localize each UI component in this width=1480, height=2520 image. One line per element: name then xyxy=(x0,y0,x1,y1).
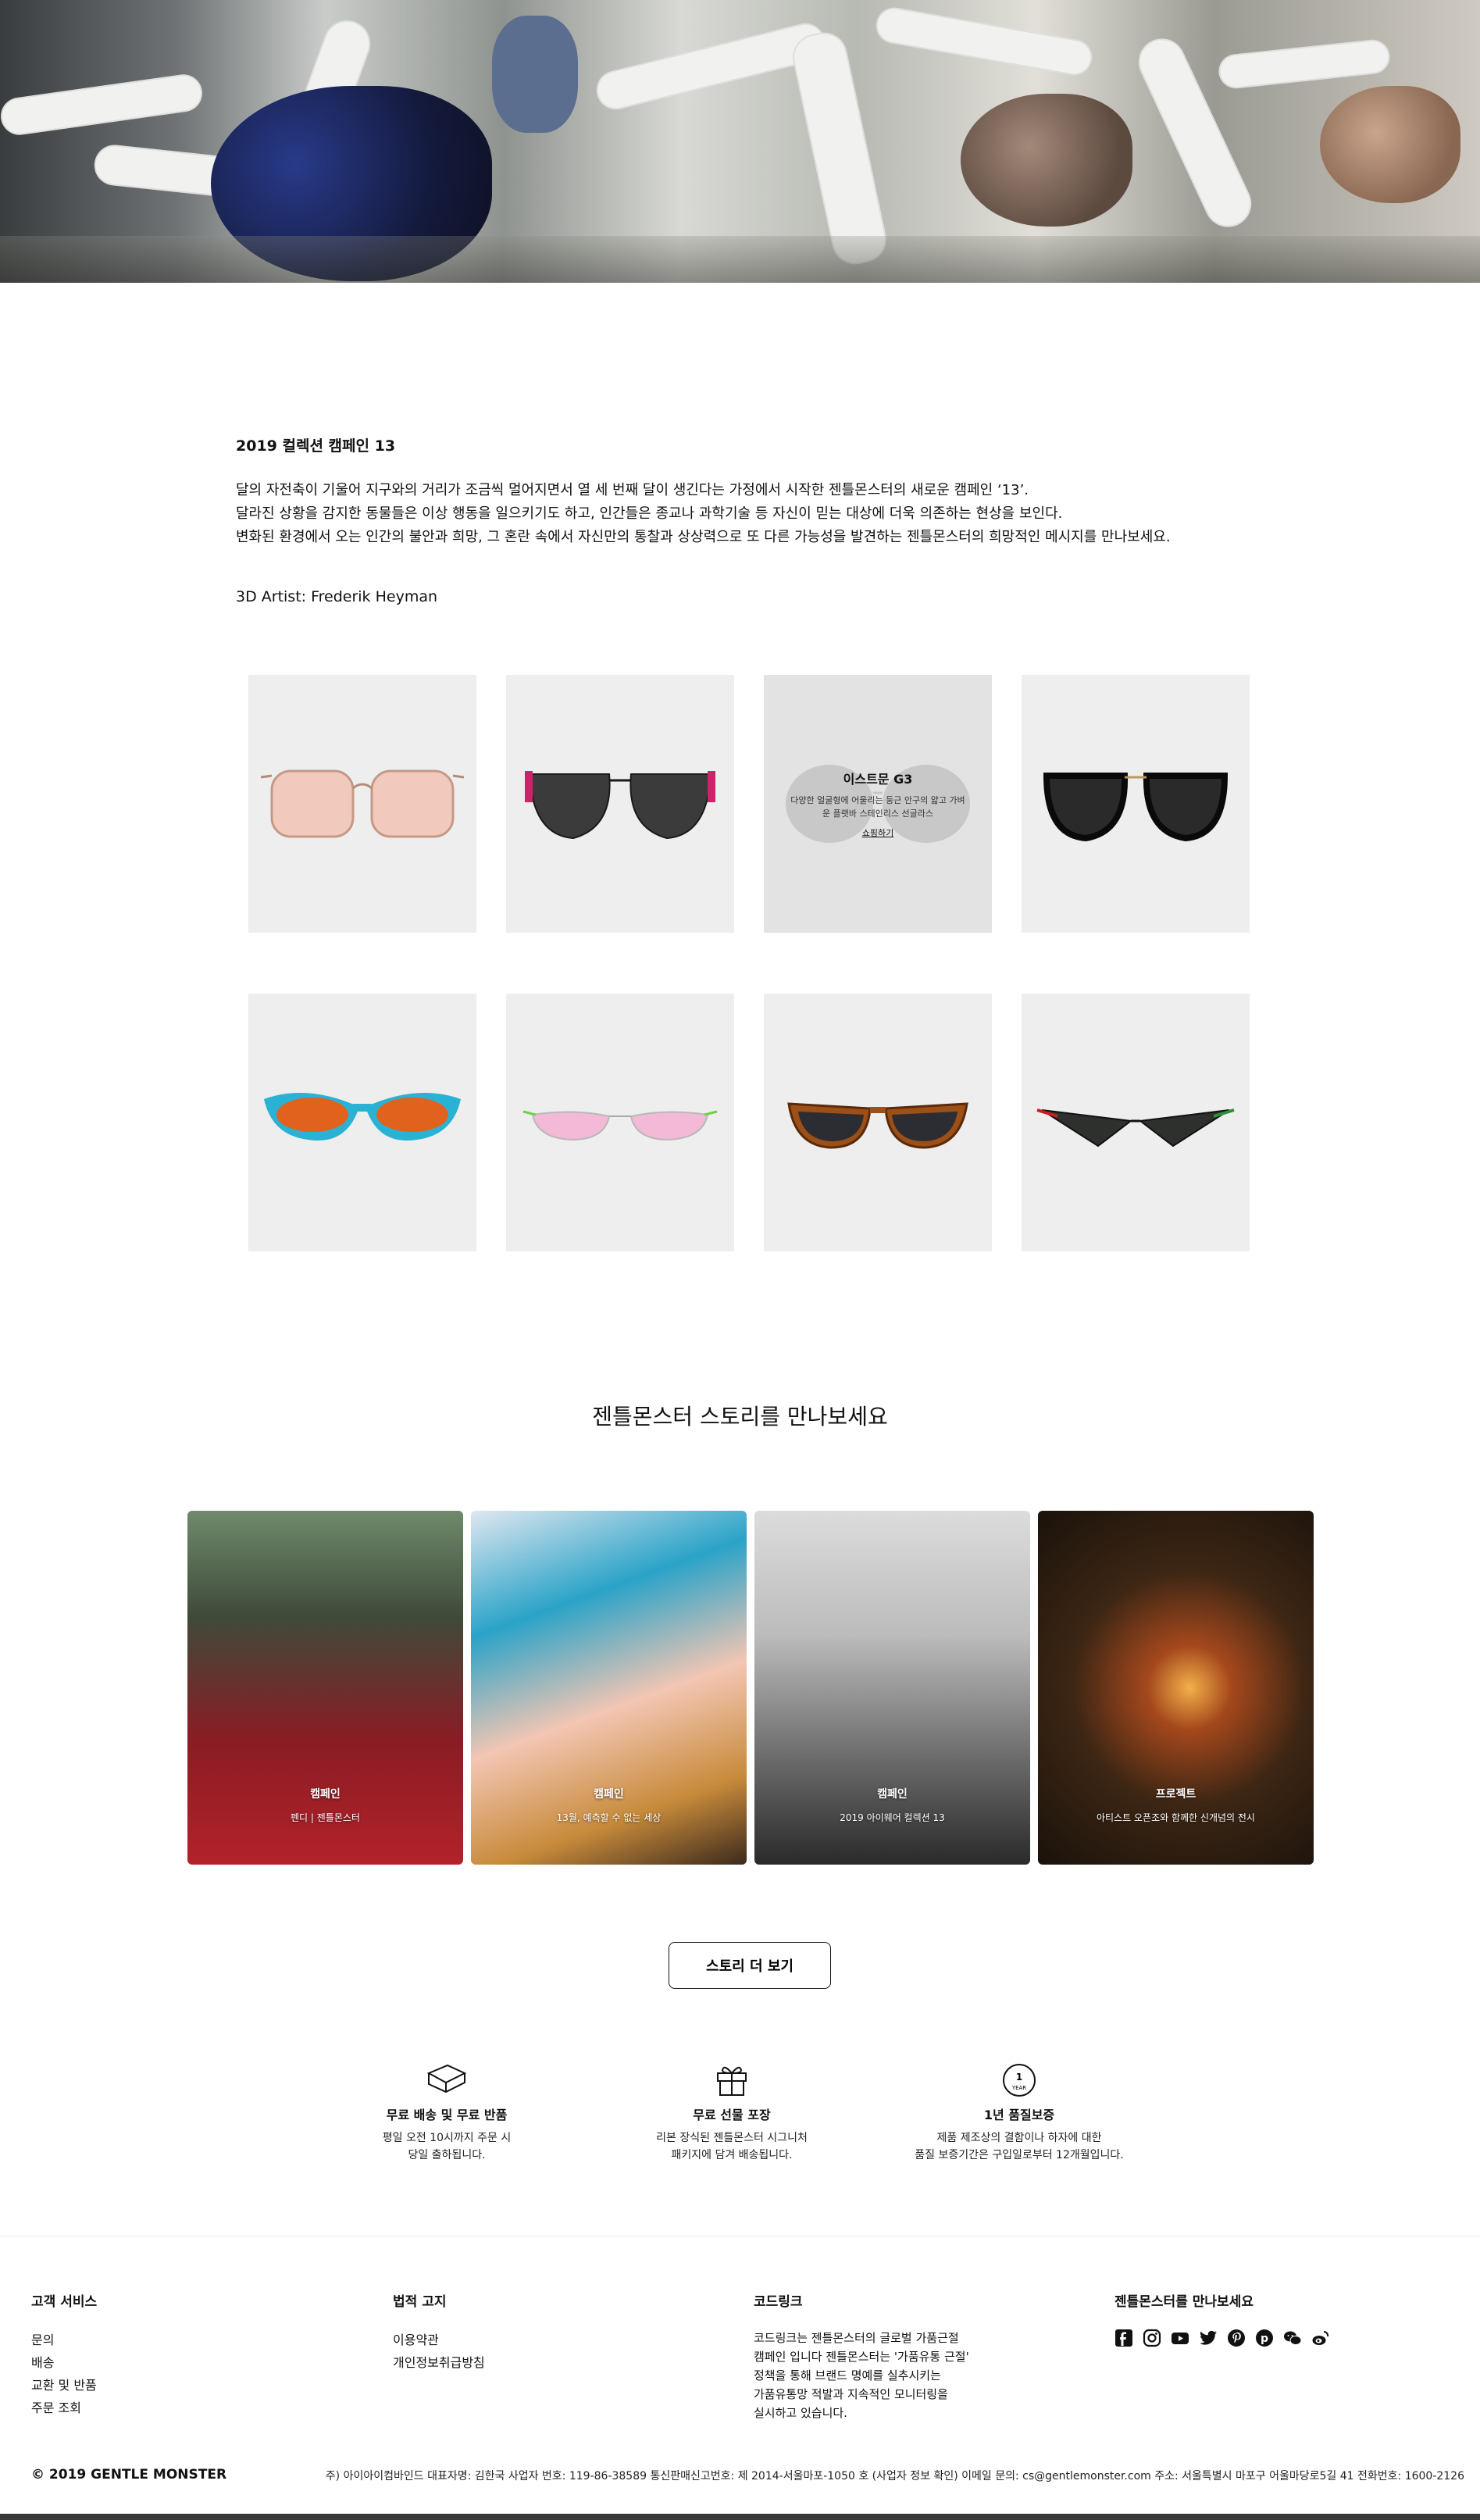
svg-text:p: p xyxy=(1261,2333,1268,2345)
svg-text:1: 1 xyxy=(1016,2072,1022,2083)
blue-orange-oval-sunglasses-icon xyxy=(264,1093,461,1141)
product-card[interactable] xyxy=(248,994,476,1251)
footer-heading: 코드링크 xyxy=(754,2294,803,2310)
bottom-bar xyxy=(0,2514,1480,2520)
campaign-description-line: 달라진 상황을 감지한 동물들은 이상 행동을 일으키기도 하고, 인간들은 종… xyxy=(236,505,1063,522)
more-stories-button[interactable]: 스토리 더 보기 xyxy=(669,1942,831,1989)
feature-gift-wrap: 무료 선물 포장 리본 장식된 젠틀몬스터 시그니처 패키지에 담겨 배송됩니다. xyxy=(603,2062,861,2164)
hero-banner-image xyxy=(0,0,1480,283)
story-subtitle: 펜디 | 젠틀몬스터 xyxy=(291,1812,360,1823)
story-tag: 캠페인 xyxy=(594,1788,624,1801)
footer-social: 젠틀몬스터를 만나보세요 p xyxy=(1114,2290,1330,2347)
footer-customer-service: 고객 서비스 문의 배송 교환 및 반품 주문 조회 xyxy=(31,2290,97,2419)
story-caption: 캠페인 2019 아이웨어 컬렉션 13 xyxy=(754,1786,1030,1824)
story-caption: 캠페인 13월, 예측할 수 없는 세상 xyxy=(471,1786,747,1824)
product-card-hovered[interactable]: 이스트문 G3 다양한 얼굴형에 어울리는 둥근 안구의 얇고 가벼운 플랫바 … xyxy=(764,675,992,933)
wechat-icon[interactable] xyxy=(1283,2329,1302,2347)
footer-heading: 법적 고지 xyxy=(393,2294,447,2310)
box-icon xyxy=(426,2064,467,2093)
weibo-icon[interactable] xyxy=(1311,2329,1330,2347)
feature-title: 1년 품질보증 xyxy=(983,2108,1055,2122)
footer-legal: 법적 고지 이용약관 개인정보취급방침 xyxy=(393,2290,485,2374)
feature-title: 무료 선물 포장 xyxy=(693,2108,771,2122)
artist-credit: 3D Artist: Frederik Heyman xyxy=(236,588,438,605)
company-info: 주) 아이아이컴바인드 대표자명: 김한국 사업자 번호: 119-86-385… xyxy=(325,2470,1464,2483)
footer-codelink: 코드링크 코드링크는 젠틀몬스터의 글로벌 가품근절 캠페인 입니다 젠틀몬스터… xyxy=(754,2290,988,2422)
product-card[interactable] xyxy=(1022,675,1250,933)
instagram-icon[interactable] xyxy=(1143,2329,1161,2347)
footer-link-returns[interactable]: 교환 및 반품 xyxy=(31,2374,97,2397)
product-name: 이스트문 G3 xyxy=(843,772,913,787)
pinterest-icon[interactable] xyxy=(1227,2329,1246,2347)
shop-now-link[interactable]: 쇼핑하기 xyxy=(862,826,893,839)
gift-icon xyxy=(717,2066,747,2096)
story-subtitle: 아티스트 오픈조와 함께한 신개념의 전시 xyxy=(1097,1812,1255,1823)
copyright: © 2019 GENTLE MONSTER xyxy=(31,2467,227,2483)
youtube-icon[interactable] xyxy=(1171,2329,1189,2347)
story-tag: 프로젝트 xyxy=(1155,1788,1196,1801)
feature-free-shipping: 무료 배송 및 무료 반품 평일 오전 10시까지 주문 시 당일 출하됩니다. xyxy=(318,2062,576,2164)
rose-gold-square-sunglasses-icon xyxy=(261,769,464,838)
footer-link-privacy[interactable]: 개인정보취급방침 xyxy=(393,2351,485,2374)
twitter-icon[interactable] xyxy=(1199,2329,1218,2347)
product-card[interactable] xyxy=(248,675,476,933)
feature-text: 리본 장식된 젠틀몬스터 시그니처 패키지에 담겨 배송됩니다. xyxy=(656,2132,808,2161)
story-caption: 캠페인 펜디 | 젠틀몬스터 xyxy=(187,1786,463,1824)
campaign-description-line: 변화된 환경에서 오는 인간의 불안과 희망, 그 혼란 속에서 자신만의 통찰… xyxy=(236,529,1171,545)
story-tag: 캠페인 xyxy=(877,1788,908,1801)
story-caption: 프로젝트 아티스트 오픈조와 함께한 신개념의 전시 xyxy=(1038,1786,1314,1824)
story-subtitle: 13월, 예측할 수 없는 세상 xyxy=(556,1812,662,1823)
feature-title: 무료 배송 및 무료 반품 xyxy=(386,2108,508,2122)
footer-link-shipping[interactable]: 배송 xyxy=(31,2351,97,2374)
warranty-icon: 1 YEAR xyxy=(1003,2064,1036,2097)
feature-warranty: 1 YEAR 1년 품질보증 제품 제조상의 결함이나 하자에 대한 품질 보증기… xyxy=(890,2062,1148,2164)
product-card[interactable] xyxy=(506,994,734,1251)
product-card[interactable] xyxy=(1022,994,1250,1251)
campaign-title: 2019 컬렉션 캠페인 13 xyxy=(236,437,396,455)
footer-link-terms[interactable]: 이용약관 xyxy=(393,2329,485,2351)
product-description: 다양한 얼굴형에 어울리는 둥근 안구의 얇고 가벼운 플랫바 스테인리스 선글… xyxy=(790,795,965,819)
black-geometric-sunglasses-icon xyxy=(1036,1108,1235,1148)
pink-lens-slim-sunglasses-icon xyxy=(522,1110,718,1141)
footer-link-contact[interactable]: 문의 xyxy=(31,2329,97,2351)
story-section-title: 젠틀몬스터 스토리를 만나보세요 xyxy=(592,1404,888,1430)
footer-heading: 고객 서비스 xyxy=(31,2294,98,2310)
facebook-icon[interactable] xyxy=(1114,2329,1133,2347)
campaign-description-line: 달의 자전축이 기울어 지구와의 거리가 조금씩 멀어지면서 열 세 번째 달이… xyxy=(236,482,1029,498)
story-card[interactable]: 캠페인 펜디 | 젠틀몬스터 xyxy=(187,1511,463,1865)
story-tag: 캠페인 xyxy=(310,1788,341,1801)
footer-link-order-lookup[interactable]: 주문 조회 xyxy=(31,2397,97,2419)
story-subtitle: 2019 아이웨어 컬렉션 13 xyxy=(840,1812,945,1823)
feature-text: 평일 오전 10시까지 주문 시 당일 출하됩니다. xyxy=(382,2132,512,2161)
svg-text:YEAR: YEAR xyxy=(1011,2085,1026,2091)
product-card[interactable] xyxy=(764,994,992,1251)
codelink-text: 코드링크는 젠틀몬스터의 글로벌 가품근절 캠페인 입니다 젠틀몬스터는 '가품… xyxy=(754,2331,969,2420)
black-round-sunglasses-icon xyxy=(1043,773,1229,842)
footer-heading: 젠틀몬스터를 만나보세요 xyxy=(1114,2294,1254,2310)
dark-cat-eye-pink-temple-sunglasses-icon xyxy=(525,771,715,840)
story-card[interactable]: 캠페인 13월, 예측할 수 없는 세상 xyxy=(471,1511,747,1865)
tortoise-cat-eye-sunglasses-icon xyxy=(787,1102,968,1149)
campaign-intro: 2019 컬렉션 캠페인 13 달의 자전축이 기울어 지구와의 거리가 조금씩… xyxy=(236,434,1267,609)
pinterest-alt-icon[interactable]: p xyxy=(1255,2329,1274,2347)
story-card[interactable]: 캠페인 2019 아이웨어 컬렉션 13 xyxy=(754,1511,1030,1865)
feature-text: 제품 제조상의 결함이나 하자에 대한 품질 보증기간은 구입일로부터 12개월입… xyxy=(915,2132,1124,2161)
product-card[interactable] xyxy=(506,675,734,933)
social-icons: p xyxy=(1114,2329,1330,2347)
story-card[interactable]: 프로젝트 아티스트 오픈조와 함께한 신개념의 전시 xyxy=(1038,1511,1314,1865)
product-hover-overlay: 이스트문 G3 다양한 얼굴형에 어울리는 둥근 안구의 얇고 가벼운 플랫바 … xyxy=(764,675,992,933)
